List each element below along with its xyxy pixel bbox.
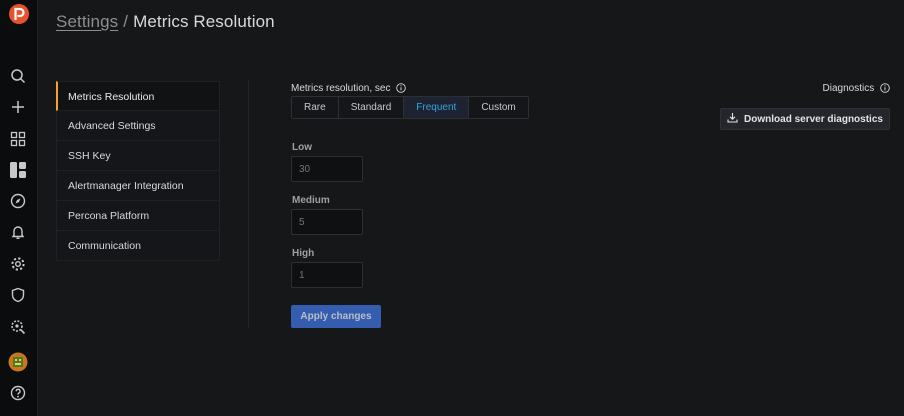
option-rare[interactable]: Rare	[292, 97, 339, 118]
page-title-text: Metrics Resolution	[133, 12, 275, 31]
apps-icon[interactable]	[8, 129, 28, 149]
download-diagnostics-button[interactable]: Download server diagnostics	[720, 108, 890, 130]
menu-item-ssh-key[interactable]: SSH Key	[56, 141, 220, 171]
page-title: Settings / Metrics Resolution	[56, 12, 275, 32]
low-field[interactable]	[291, 156, 363, 182]
option-frequent[interactable]: Frequent	[404, 97, 470, 118]
menu-item-alertmanager-integration[interactable]: Alertmanager Integration	[56, 171, 220, 201]
divider	[248, 80, 249, 328]
avatar[interactable]	[8, 352, 28, 372]
settings-menu: Metrics Resolution Advanced Settings SSH…	[56, 81, 220, 261]
breadcrumb-settings[interactable]: Settings	[56, 12, 118, 31]
low-label: Low	[292, 142, 312, 153]
menu-item-communication[interactable]: Communication	[56, 231, 220, 261]
percona-logo[interactable]	[8, 3, 30, 25]
download-diagnostics-label: Download server diagnostics	[744, 113, 883, 125]
medium-label: Medium	[292, 195, 330, 206]
nav-rail	[0, 0, 38, 416]
option-custom[interactable]: Custom	[469, 97, 528, 118]
info-icon[interactable]	[396, 83, 407, 96]
search-icon[interactable]	[8, 66, 28, 86]
breadcrumb-separator: /	[123, 12, 129, 31]
high-label: High	[292, 248, 315, 259]
help-icon[interactable]	[8, 383, 28, 403]
apply-changes-button[interactable]: Apply changes	[291, 305, 381, 328]
resolution-label: Metrics resolution, sec	[291, 83, 407, 96]
resolution-selector: Rare Standard Frequent Custom	[291, 96, 529, 119]
gear-icon[interactable]	[8, 254, 28, 274]
diagnostics-info-icon[interactable]	[880, 83, 890, 96]
medium-field[interactable]	[291, 209, 363, 235]
menu-item-metrics-resolution[interactable]: Metrics Resolution	[56, 81, 220, 111]
bell-icon[interactable]	[8, 222, 28, 242]
diagnostics-label-text: Diagnostics	[822, 83, 875, 94]
menu-item-percona-platform[interactable]: Percona Platform	[56, 201, 220, 231]
dashboards-icon[interactable]	[8, 160, 28, 180]
compass-icon[interactable]	[8, 191, 28, 211]
plus-icon[interactable]	[8, 97, 28, 117]
search-plus-icon[interactable]	[8, 317, 28, 337]
download-icon	[727, 112, 738, 126]
option-standard[interactable]: Standard	[338, 97, 405, 118]
menu-item-advanced-settings[interactable]: Advanced Settings	[56, 111, 220, 141]
diagnostics-label: Diagnostics	[823, 83, 890, 96]
high-field[interactable]	[291, 262, 363, 288]
resolution-label-text: Metrics resolution, sec	[291, 83, 391, 94]
shield-icon[interactable]	[8, 285, 28, 305]
